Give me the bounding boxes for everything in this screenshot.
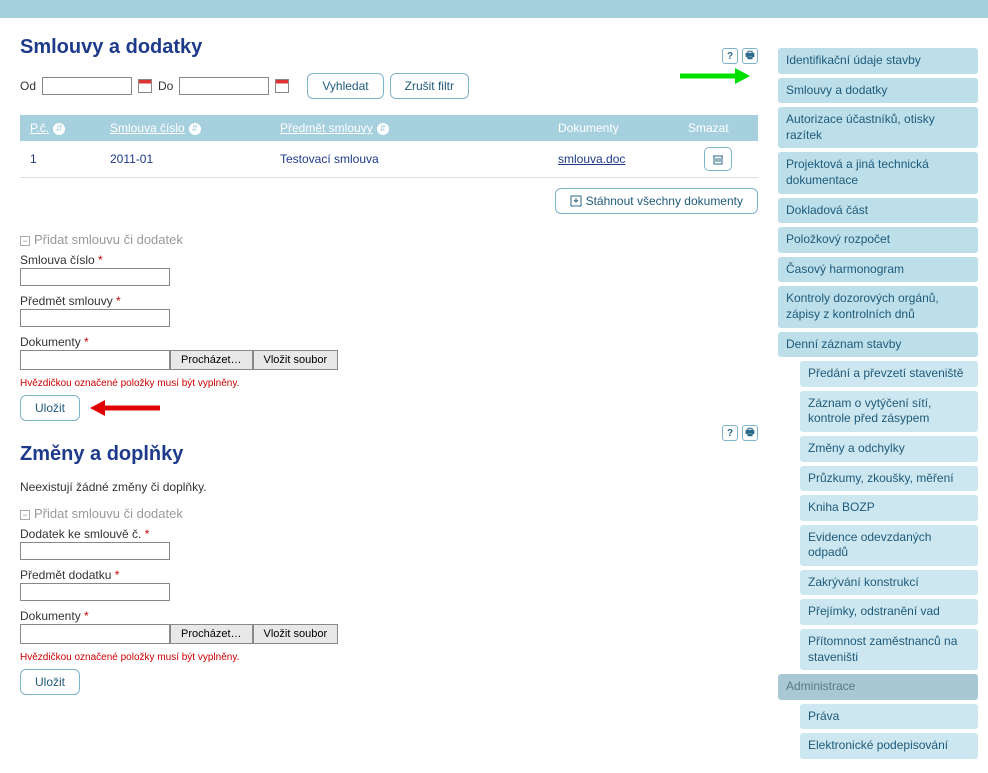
download-all-button[interactable]: Stáhnout všechny dokumenty	[555, 188, 758, 214]
col-cislo[interactable]: Smlouva číslo	[110, 121, 185, 135]
print-icon[interactable]: 🖶	[742, 425, 758, 441]
sidebar-subitem[interactable]: Elektronické podepisování	[800, 733, 978, 759]
col-smazat: Smazat	[688, 121, 729, 135]
help-icon[interactable]: ?	[722, 48, 738, 64]
sidebar-subitem[interactable]: Zakrývání konstrukcí	[800, 570, 978, 596]
clear-filter-button[interactable]: Zrušit filtr	[390, 73, 469, 99]
col-pc[interactable]: P.č.	[30, 121, 49, 135]
sidebar-item[interactable]: Autorizace účastníků, otisky razítek	[778, 107, 978, 148]
browse-button2[interactable]: Procházet…	[170, 624, 253, 644]
collapse-icon: −	[20, 510, 30, 520]
sidebar-item[interactable]: Dokladová část	[778, 198, 978, 224]
help-icons-mid: ? 🖶	[722, 425, 758, 441]
save-button[interactable]: Uložit	[20, 395, 80, 421]
collapse-icon: −	[20, 236, 30, 246]
filter-od-input[interactable]	[42, 77, 132, 95]
cell-predmet: Testovací smlouva	[270, 141, 548, 178]
label-dokumenty: Dokumenty *	[20, 335, 758, 349]
sidebar-item[interactable]: Smlouvy a dodatky	[778, 78, 978, 104]
sidebar-subitem[interactable]: Přítomnost zaměstnanců na staveništi	[800, 629, 978, 670]
sidebar-subitem[interactable]: Změny a odchylky	[800, 436, 978, 462]
help-icons-top: ? 🖶	[722, 48, 758, 64]
sidebar-item[interactable]: Identifikační údaje stavby	[778, 48, 978, 74]
filter-od-label: Od	[20, 79, 36, 93]
sidebar-subitem[interactable]: Evidence odevzdaných odpadů	[800, 525, 978, 566]
cell-pc: 1	[20, 141, 100, 178]
col-predmet[interactable]: Předmět smlouvy	[280, 121, 373, 135]
label-predmet-smlouvy: Předmět smlouvy *	[20, 294, 758, 308]
sidebar-item[interactable]: Kontroly dozorových orgánů, zápisy z kon…	[778, 286, 978, 327]
sidebar-item[interactable]: Časový harmonogram	[778, 257, 978, 283]
calendar-icon[interactable]	[138, 79, 152, 93]
filter-do-label: Do	[158, 79, 173, 93]
cell-cislo: 2011-01	[100, 141, 270, 178]
input-smlouva-cislo[interactable]	[20, 268, 170, 286]
label-dokumenty2: Dokumenty *	[20, 609, 758, 623]
toggle-add-amendment[interactable]: −Přidat smlouvu či dodatek	[20, 506, 758, 521]
search-button[interactable]: Vyhledat	[307, 73, 383, 99]
help-icon[interactable]: ?	[722, 425, 738, 441]
doc-link[interactable]: smlouva.doc	[558, 152, 625, 166]
top-bar	[0, 0, 988, 18]
input-predmet-smlouvy[interactable]	[20, 309, 170, 327]
sidebar-header: Administrace	[778, 674, 978, 700]
sidebar-item[interactable]: Projektová a jiná technická dokumentace	[778, 152, 978, 193]
green-arrow-annotation	[680, 66, 750, 86]
no-changes-msg: Neexistují žádné změny či doplňky.	[20, 480, 758, 494]
sidebar-subitem[interactable]: Práva	[800, 704, 978, 730]
label-smlouva-cislo: Smlouva číslo *	[20, 253, 758, 267]
print-icon[interactable]: 🖶	[742, 48, 758, 64]
sort-icon[interactable]: ⇵	[53, 123, 65, 135]
input-predmet-dodatku[interactable]	[20, 583, 170, 601]
toggle-add-contract[interactable]: −Přidat smlouvu či dodatek	[20, 232, 758, 247]
input-file-path2[interactable]	[20, 624, 170, 644]
sidebar-item[interactable]: Položkový rozpočet	[778, 227, 978, 253]
sidebar-subitem[interactable]: Záznam o vytýčení sítí, kontrole před zá…	[800, 391, 978, 432]
sidebar-subitem[interactable]: Průzkumy, zkoušky, měření	[800, 466, 978, 492]
save-button2[interactable]: Uložit	[20, 669, 80, 695]
sidebar-item[interactable]: Denní záznam stavby	[778, 332, 978, 358]
section1-title: Smlouvy a dodatky	[20, 36, 758, 59]
table-row: 12011-01Testovací smlouva smlouva.doc	[20, 141, 758, 178]
label-predmet-dodatku: Předmět dodatku *	[20, 568, 758, 582]
calendar-icon[interactable]	[275, 79, 289, 93]
section2-title: Změny a doplňky	[20, 443, 758, 466]
red-arrow-annotation	[90, 398, 160, 418]
sort-icon[interactable]: ⇵	[377, 123, 389, 135]
delete-button[interactable]	[704, 147, 732, 171]
input-dodatek[interactable]	[20, 542, 170, 560]
sidebar-subitem[interactable]: Předání a převzetí staveniště	[800, 361, 978, 387]
required-note: Hvězdičkou označené položky musí být vyp…	[20, 378, 758, 389]
sidebar-subitem[interactable]: Přejímky, odstranění vad	[800, 599, 978, 625]
filter-bar: Od Do Vyhledat Zrušit filtr	[20, 73, 758, 99]
label-dodatek: Dodatek ke smlouvě č. *	[20, 527, 758, 541]
sort-icon[interactable]: ⇵	[189, 123, 201, 135]
filter-do-input[interactable]	[179, 77, 269, 95]
upload-button[interactable]: Vložit soubor	[253, 350, 339, 370]
browse-button[interactable]: Procházet…	[170, 350, 253, 370]
upload-button2[interactable]: Vložit soubor	[253, 624, 339, 644]
col-dokumenty: Dokumenty	[558, 121, 619, 135]
contracts-table: P.č. ⇵ Smlouva číslo ⇵ Předmět smlouvy ⇵ Do…	[20, 115, 758, 178]
sidebar-subitem[interactable]: Kniha BOZP	[800, 495, 978, 521]
sidebar-nav: Identifikační údaje stavby Smlouvy a doda…	[778, 18, 988, 773]
required-note2: Hvězdičkou označené položky musí být vyp…	[20, 652, 758, 663]
input-file-path[interactable]	[20, 350, 170, 370]
